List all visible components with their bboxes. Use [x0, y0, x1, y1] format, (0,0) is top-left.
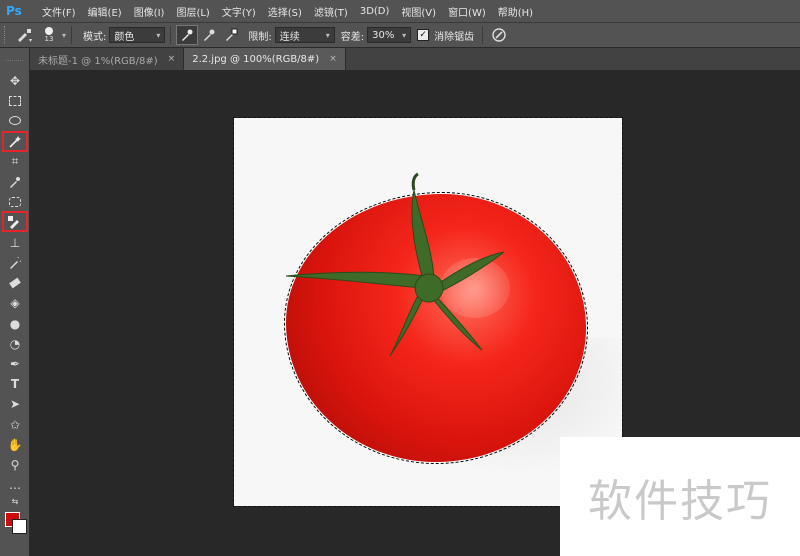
mode-value: 颜色 — [114, 31, 135, 43]
background-color-swatch[interactable] — [12, 519, 27, 534]
limit-select[interactable]: 连续 ▾ — [274, 27, 335, 43]
tool-preset-picker[interactable]: ▾ — [14, 25, 36, 45]
magic-wand-tool[interactable] — [2, 131, 28, 152]
eyedropper-continuous-icon — [182, 29, 193, 41]
blur-tool[interactable]: ● — [3, 314, 27, 333]
dodge-icon: ◔ — [9, 336, 21, 351]
menu-filter[interactable]: 滤镜(T) — [308, 4, 354, 19]
shape-tool[interactable]: ✩ — [3, 415, 27, 434]
eraser-icon — [9, 277, 21, 288]
lasso-icon — [9, 116, 21, 125]
options-grip[interactable] — [4, 26, 8, 44]
marquee-icon — [9, 95, 21, 106]
marquee-tool[interactable] — [3, 91, 27, 110]
color-replacement-icon — [8, 215, 19, 229]
limit-value: 连续 — [279, 31, 300, 43]
path-select-icon: ➤ — [9, 396, 21, 411]
brush-size-chevron-icon[interactable]: ▾ — [62, 31, 66, 40]
pen-icon: ✒ — [9, 356, 21, 371]
tomato-stem-icon — [285, 172, 505, 357]
menu-window[interactable]: 窗口(W) — [442, 4, 492, 19]
sampling-continuous-button[interactable] — [176, 25, 199, 45]
pen-tool[interactable]: ✒ — [3, 354, 27, 373]
tolerance-input[interactable]: 30% ▾ — [367, 27, 412, 43]
more-tools[interactable]: … — [3, 475, 27, 494]
chevron-down-icon: ▾ — [156, 30, 161, 40]
document-tabs: 未标题-1 @ 1%(RGB/8#) × 2.2.jpg @ 100%(RGB/… — [30, 48, 800, 70]
toolbar-grip[interactable] — [6, 52, 23, 61]
menu-view[interactable]: 视图(V) — [395, 4, 442, 19]
close-icon[interactable]: × — [168, 54, 176, 64]
chevron-down-icon: ▾ — [325, 30, 330, 40]
crop-icon: ⌗ — [11, 154, 19, 168]
limit-label: 限制: — [248, 31, 272, 43]
menu-layer[interactable]: 图层(L) — [170, 4, 215, 19]
eraser-tool[interactable] — [3, 273, 27, 292]
eyedropper-tool[interactable] — [3, 172, 27, 191]
close-icon[interactable]: × — [329, 54, 337, 64]
sampling-background-button[interactable] — [220, 25, 242, 45]
mode-label: 模式: — [83, 31, 107, 43]
dodge-tool[interactable]: ◔ — [3, 334, 27, 353]
chevron-down-icon: ▾ — [402, 30, 407, 40]
pressure-size-button[interactable] — [488, 25, 510, 45]
svg-text:▾: ▾ — [29, 37, 32, 43]
tolerance-label: 容差: — [340, 31, 365, 43]
stylus-pressure-icon — [492, 28, 506, 42]
options-bar: ▾ 13 ▾ 模式: 颜色 ▾ 限制: 连续 ▾ 容差: 30% ▾ ✓ 消除锯… — [0, 22, 800, 48]
zoom-icon: ⚲ — [10, 457, 20, 472]
menu-image[interactable]: 图像(I) — [128, 4, 171, 19]
crop-tool[interactable]: ⌗ — [3, 152, 27, 171]
eyedropper-icon — [10, 176, 20, 188]
color-replacement-tool[interactable] — [2, 211, 28, 232]
hand-tool[interactable]: ✋ — [3, 435, 27, 454]
bucket-icon: ◈ — [10, 295, 20, 310]
brush-dot-icon — [45, 27, 53, 35]
eyedropper-background-icon — [226, 28, 238, 41]
bucket-tool[interactable]: ◈ — [3, 293, 27, 312]
tolerance-value: 30% — [372, 29, 395, 41]
history-brush-icon — [10, 256, 21, 269]
magic-wand-icon — [9, 135, 21, 148]
brush-size-value: 13 — [44, 35, 54, 43]
tab-untitled[interactable]: 未标题-1 @ 1%(RGB/8#) × — [30, 48, 185, 70]
menu-select[interactable]: 选择(S) — [262, 4, 308, 19]
tab-label: 2.2.jpg @ 100%(RGB/8#) — [192, 53, 320, 65]
tab-2-2-jpg[interactable]: 2.2.jpg @ 100%(RGB/8#) × — [184, 48, 346, 70]
healing-icon — [9, 196, 21, 207]
path-select-tool[interactable]: ➤ — [3, 394, 27, 413]
more-icon: … — [9, 477, 21, 492]
swap-colors-button[interactable]: ⇆ — [3, 495, 27, 507]
stamp-tool[interactable]: ⊥ — [3, 233, 27, 252]
zoom-tool[interactable]: ⚲ — [3, 455, 27, 474]
photoshop-logo: Ps — [6, 4, 22, 18]
history-brush-tool[interactable] — [3, 253, 27, 272]
menu-bar: Ps 文件(F) 编辑(E) 图像(I) 图层(L) 文字(Y) 选择(S) 滤… — [0, 0, 800, 22]
color-replacement-icon: ▾ — [18, 29, 32, 43]
watermark-text: 软件技巧 — [560, 437, 800, 556]
menu-help[interactable]: 帮助(H) — [492, 4, 539, 19]
menu-3d[interactable]: 3D(D) — [354, 6, 396, 17]
hand-icon: ✋ — [7, 437, 23, 452]
shape-icon: ✩ — [9, 417, 21, 432]
tab-label: 未标题-1 @ 1%(RGB/8#) — [38, 55, 158, 67]
move-tool[interactable]: ✥ — [3, 71, 27, 90]
sampling-once-button[interactable] — [198, 25, 220, 45]
stamp-icon: ⊥ — [9, 235, 21, 250]
menu-file[interactable]: 文件(F) — [36, 4, 82, 19]
type-icon: T — [10, 376, 20, 391]
healing-tool[interactable] — [3, 192, 27, 211]
menu-edit[interactable]: 编辑(E) — [82, 4, 128, 19]
mode-select[interactable]: 颜色 ▾ — [109, 27, 166, 43]
swap-icon: ⇆ — [11, 496, 19, 506]
lasso-tool[interactable] — [3, 111, 27, 130]
antialias-label: 消除锯齿 — [434, 31, 475, 43]
move-icon: ✥ — [9, 73, 21, 88]
menu-type[interactable]: 文字(Y) — [216, 4, 262, 19]
antialias-checkbox[interactable]: ✓ — [417, 29, 430, 41]
brush-size-picker[interactable]: 13 — [36, 25, 62, 45]
eyedropper-once-icon — [204, 29, 215, 41]
type-tool[interactable]: T — [3, 374, 27, 393]
blur-icon: ● — [9, 316, 21, 331]
